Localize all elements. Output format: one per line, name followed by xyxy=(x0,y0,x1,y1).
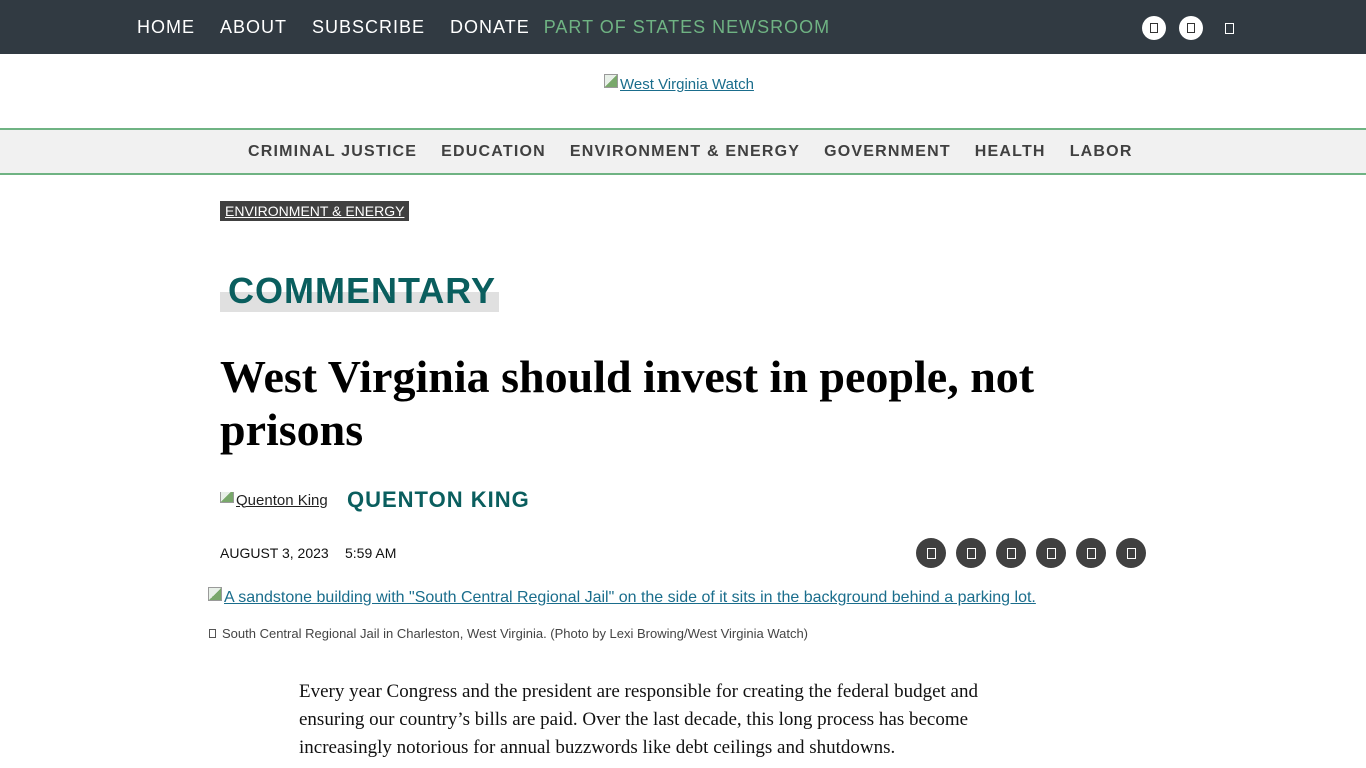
top-nav: HOME ABOUT SUBSCRIBE DONATE PART OF STAT… xyxy=(137,0,855,54)
facebook-icon[interactable] xyxy=(1142,16,1166,40)
article-body-paragraph: Every year Congress and the president ar… xyxy=(299,681,978,758)
twitter-icon[interactable] xyxy=(1179,16,1203,40)
logo-alt-text: West Virginia Watch xyxy=(620,76,754,93)
publish-time: 5:59 AM xyxy=(345,545,397,561)
states-newsroom-link[interactable]: PART OF STATES NEWSROOM xyxy=(544,17,830,38)
category-nav: CRIMINAL JUSTICE EDUCATION ENVIRONMENT &… xyxy=(0,128,1366,175)
share-email-icon[interactable] xyxy=(996,538,1026,568)
article-category-tag[interactable]: ENVIRONMENT & ENERGY xyxy=(220,201,410,221)
avatar-alt-text: Quenton King xyxy=(236,491,328,509)
section-label: COMMENTARY xyxy=(228,270,496,311)
author-row: Quenton King QUENTON KING xyxy=(220,487,530,513)
author-name-link[interactable]: QUENTON KING xyxy=(347,487,530,513)
share-facebook-icon[interactable] xyxy=(916,538,946,568)
share-print-icon[interactable] xyxy=(1036,538,1066,568)
share-reddit-icon[interactable] xyxy=(1076,538,1106,568)
nav-subscribe-link[interactable]: SUBSCRIBE xyxy=(312,17,425,38)
broken-image-icon xyxy=(220,491,234,503)
article-headline: West Virginia should invest in people, n… xyxy=(220,351,1035,455)
site-logo[interactable]: West Virginia Watch xyxy=(604,73,754,93)
nav-home-link[interactable]: HOME xyxy=(137,17,195,38)
photo-caption-text: South Central Regional Jail in Charlesto… xyxy=(222,626,809,641)
share-twitter-icon[interactable] xyxy=(956,538,986,568)
publish-date: AUGUST 3, 2023 xyxy=(220,545,329,561)
category-education[interactable]: EDUCATION xyxy=(441,143,546,161)
top-bar: HOME ABOUT SUBSCRIBE DONATE PART OF STAT… xyxy=(0,0,1366,54)
photo-caption: South Central Regional Jail in Charlesto… xyxy=(209,626,808,641)
category-environment-energy[interactable]: ENVIRONMENT & ENERGY xyxy=(570,143,800,161)
category-health[interactable]: HEALTH xyxy=(975,143,1046,161)
nav-donate-link[interactable]: DONATE xyxy=(450,17,530,38)
avatar[interactable]: Quenton King xyxy=(220,491,340,509)
instagram-icon[interactable] xyxy=(1217,16,1241,40)
share-linkedin-icon[interactable] xyxy=(1116,538,1146,568)
broken-image-icon xyxy=(604,73,618,88)
category-government[interactable]: GOVERNMENT xyxy=(824,143,951,161)
broken-image-icon xyxy=(208,587,222,601)
category-labor[interactable]: LABOR xyxy=(1070,143,1133,161)
category-criminal-justice[interactable]: CRIMINAL JUSTICE xyxy=(248,143,417,161)
hero-image-alt-text: A sandstone building with "South Central… xyxy=(224,589,1036,606)
hero-image[interactable]: A sandstone building with "South Central… xyxy=(208,587,1036,607)
nav-about-link[interactable]: ABOUT xyxy=(220,17,287,38)
camera-icon xyxy=(209,629,216,638)
